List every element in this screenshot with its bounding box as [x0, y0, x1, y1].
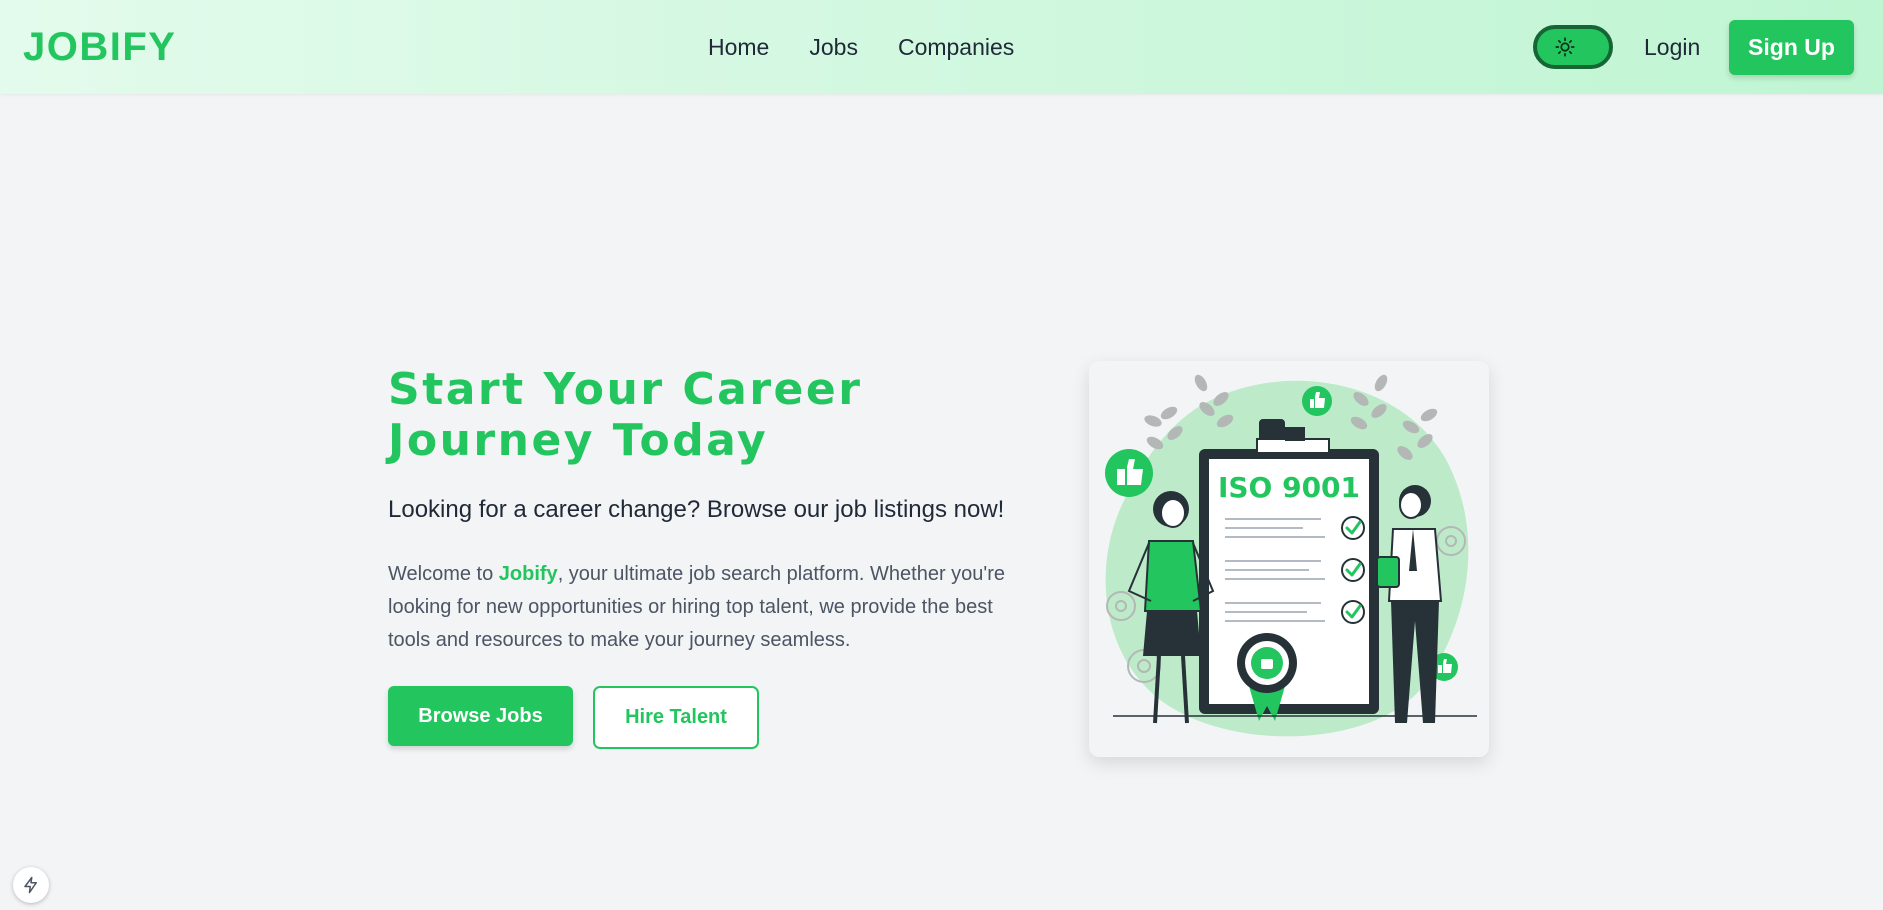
hero-title-line1: Start Your Career [388, 364, 863, 415]
navbar: JOBIFY Home Jobs Companies Login Sign Up [0, 0, 1883, 94]
logo[interactable]: JOBIFY [23, 24, 176, 70]
login-link[interactable]: Login [1644, 30, 1700, 64]
theme-toggle[interactable] [1533, 25, 1613, 69]
hero-title-line2: Journey Today [388, 415, 769, 466]
hero-title: Start Your Career Journey Today [388, 364, 948, 466]
clipboard-heading: ISO 9001 [1218, 471, 1360, 504]
dev-indicator[interactable] [13, 867, 49, 903]
lightning-icon [24, 876, 37, 894]
browse-jobs-button[interactable]: Browse Jobs [388, 686, 573, 746]
sun-icon [1555, 37, 1575, 57]
nav-links: Home Jobs Companies [708, 30, 1054, 64]
nav-link-companies[interactable]: Companies [898, 30, 1014, 64]
nav-link-jobs[interactable]: Jobs [809, 30, 858, 64]
hero-description: Welcome to Jobify, your ultimate job sea… [388, 558, 1028, 657]
signup-button[interactable]: Sign Up [1729, 20, 1854, 75]
hero-subtitle: Looking for a career change? Browse our … [388, 496, 1005, 523]
nav-link-home[interactable]: Home [708, 30, 769, 64]
hire-talent-button[interactable]: Hire Talent [593, 686, 759, 749]
hero-desc-prefix: Welcome to [388, 563, 499, 585]
hero-desc-brand: Jobify [498, 563, 558, 585]
clipboard: ISO 9001 [1199, 419, 1379, 721]
hero-illustration: ISO 9001 [1089, 361, 1489, 757]
iso-certification-illustration: ISO 9001 [1105, 374, 1477, 737]
